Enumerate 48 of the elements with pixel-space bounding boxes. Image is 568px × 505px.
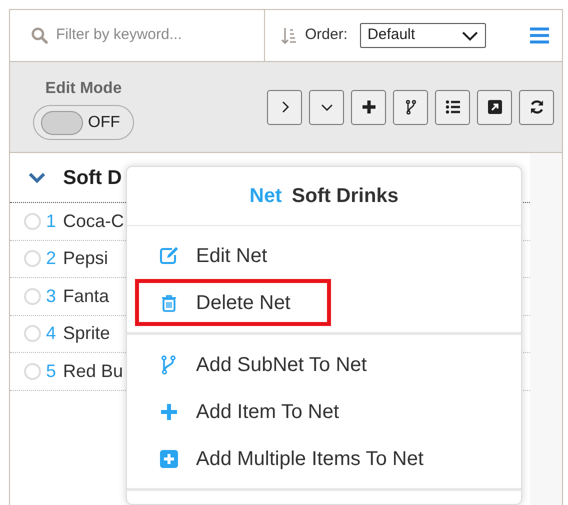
external-link-icon [486,99,502,115]
item-name: Sprite [63,322,110,346]
chevron-down-icon[interactable] [28,172,46,183]
list-button[interactable] [435,90,470,124]
menu-title-prefix: Net [250,184,282,209]
chevron-down-button[interactable] [309,90,344,124]
group-title: Soft D [63,166,122,190]
menu-icon[interactable] [530,27,549,44]
refresh-button[interactable] [519,90,554,124]
menu-item[interactable]: Add Item To Net [135,388,380,435]
search-icon [31,27,48,44]
refresh-icon [528,99,544,115]
trash-icon [159,292,179,312]
item-number: 2 [46,247,56,270]
edit-mode-toggle[interactable]: OFF [33,105,134,140]
branch-button[interactable] [393,90,428,124]
radio-button[interactable] [24,288,41,305]
plus-icon [360,99,376,115]
item-number: 3 [46,284,56,308]
edit-icon [159,246,179,266]
sort-icon [281,26,297,44]
item-number: 4 [46,322,56,346]
item-name: Pepsi [63,247,108,270]
radio-button[interactable] [24,212,41,230]
order-select[interactable]: Default [360,23,486,48]
search-field[interactable]: Filter by keyword... [56,24,246,47]
menu-item[interactable]: Add SubNet To Net [135,341,407,388]
item-name: Red Bu [63,360,124,383]
list-icon [444,99,460,115]
item-number: 1 [46,210,56,233]
chevron-down-icon [462,30,478,40]
menu-item[interactable]: Add Multiple Items To Net [135,435,464,482]
edit-mode-label: Edit Mode [45,79,122,99]
plus-icon [159,402,179,422]
radio-button[interactable] [24,362,41,380]
order-label: Order: [305,25,348,46]
menu-title: Soft Drinks [292,184,398,209]
plus-square-icon [159,448,179,468]
item-name: Coca-C [63,210,124,233]
chevron-right-button[interactable] [267,90,302,124]
plus-button[interactable] [351,90,386,124]
item-name: Fanta [63,284,110,308]
item-number: 5 [46,360,56,383]
radio-button[interactable] [24,250,41,268]
radio-button[interactable] [24,325,41,342]
menu-item[interactable]: Edit Net [135,232,308,279]
menu-item[interactable]: Delete Net [135,279,330,326]
external-link-button[interactable] [477,90,512,124]
